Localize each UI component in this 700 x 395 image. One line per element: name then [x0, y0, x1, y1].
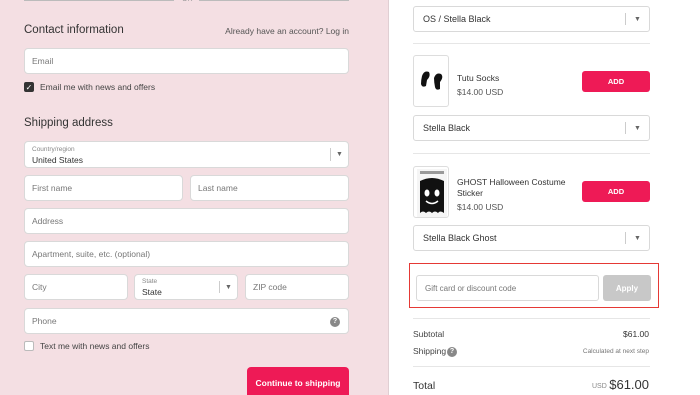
product-name: Tutu Socks	[457, 73, 500, 83]
zip-placeholder: ZIP code	[253, 282, 287, 292]
ghost-sticker-variant-select[interactable]: Stella Black Ghost ▼	[413, 225, 650, 251]
shipping-value: Calculated at next step	[582, 348, 649, 355]
discount-code-input[interactable]: Gift card or discount code	[416, 275, 599, 301]
product-price: $14.00 USD	[457, 87, 504, 97]
total-value: $61.00	[609, 377, 649, 392]
state-value: State	[142, 287, 162, 297]
checkmark-icon: ✓	[25, 83, 33, 92]
last-name-field[interactable]: Last name	[190, 175, 349, 201]
add-ghost-sticker-button[interactable]: ADD	[582, 181, 650, 202]
product-name: GHOST Halloween Costume Sticker	[457, 177, 566, 198]
state-label: State	[142, 278, 158, 285]
variant-value: Stella Black	[423, 123, 471, 133]
product-price: $14.00 USD	[457, 202, 504, 212]
help-circle-icon[interactable]: ?	[330, 317, 340, 327]
shipping-heading: Shipping address	[24, 117, 113, 129]
text-news-label: Text me with news and offers	[40, 341, 150, 351]
product-image-ghost-sticker	[413, 166, 449, 218]
chevron-down-icon: ▼	[625, 232, 649, 244]
checkout-form-panel: OR Contact information Already have an a…	[0, 0, 388, 395]
apartment-field[interactable]: Apartment, suite, etc. (optional)	[24, 241, 349, 267]
country-select[interactable]: Country/region United States ▼	[24, 141, 349, 168]
zip-field[interactable]: ZIP code	[245, 274, 349, 300]
address-field[interactable]: Address	[24, 208, 349, 234]
subtotal-label: Subtotal	[413, 329, 445, 339]
state-select[interactable]: State State ▼	[134, 274, 238, 300]
or-divider: OR	[24, 0, 349, 4]
tutu-socks-variant-select[interactable]: Stella Black ▼	[413, 115, 650, 141]
or-divider-text: OR	[182, 0, 193, 3]
variant-value: Stella Black Ghost	[423, 233, 497, 243]
last-name-placeholder: Last name	[198, 183, 238, 193]
first-name-placeholder: First name	[32, 183, 73, 193]
divider	[413, 318, 650, 319]
chevron-down-icon: ▼	[625, 13, 649, 25]
first-name-field[interactable]: First name	[24, 175, 183, 201]
continue-to-shipping-button[interactable]: Continue to shipping	[247, 367, 349, 395]
country-value: United States	[32, 155, 84, 165]
email-placeholder: Email	[32, 56, 54, 66]
shipping-label: Shipping	[413, 346, 446, 356]
chevron-down-icon: ▼	[625, 122, 649, 134]
divider	[413, 153, 650, 154]
shipping-label-text: Shipping	[413, 346, 447, 356]
subtotal-value: $61.00	[623, 329, 649, 339]
divider	[413, 43, 650, 44]
email-news-checkbox[interactable]: ✓	[24, 82, 34, 92]
top-variant-value: OS / Stella Black	[423, 14, 491, 24]
address-placeholder: Address	[32, 216, 64, 226]
chevron-down-icon: ▼	[219, 281, 237, 293]
country-label: Country/region	[32, 146, 75, 153]
top-variant-select[interactable]: OS / Stella Black ▼	[413, 6, 650, 32]
text-news-checkbox[interactable]	[24, 341, 34, 351]
discount-placeholder: Gift card or discount code	[425, 283, 517, 293]
email-field[interactable]: Email	[24, 48, 349, 74]
city-placeholder: City	[32, 282, 47, 292]
add-tutu-socks-button[interactable]: ADD	[582, 71, 650, 92]
total-currency: USD	[592, 383, 607, 390]
city-field[interactable]: City	[24, 274, 128, 300]
divider	[413, 366, 650, 367]
total-label: Total	[413, 380, 436, 392]
discount-code-section: Gift card or discount code Apply	[409, 263, 659, 308]
chevron-down-icon: ▼	[330, 148, 348, 161]
email-news-label: Email me with news and offers	[40, 82, 156, 92]
product-image-tutu-socks	[413, 55, 449, 107]
account-prompt: Already have an account? Log in	[225, 26, 349, 36]
phone-placeholder: Phone	[32, 316, 57, 326]
contact-heading: Contact information	[24, 24, 124, 36]
account-prompt-text: Already have an account?	[225, 26, 324, 36]
apply-discount-button[interactable]: Apply	[603, 275, 651, 301]
help-circle-icon[interactable]: ?	[447, 347, 457, 357]
phone-field[interactable]: Phone ?	[24, 308, 349, 334]
apartment-placeholder: Apartment, suite, etc. (optional)	[32, 249, 151, 259]
order-summary-panel: OS / Stella Black ▼ Tutu Socks $14.00 US…	[388, 0, 700, 395]
login-link[interactable]: Log in	[326, 26, 349, 36]
